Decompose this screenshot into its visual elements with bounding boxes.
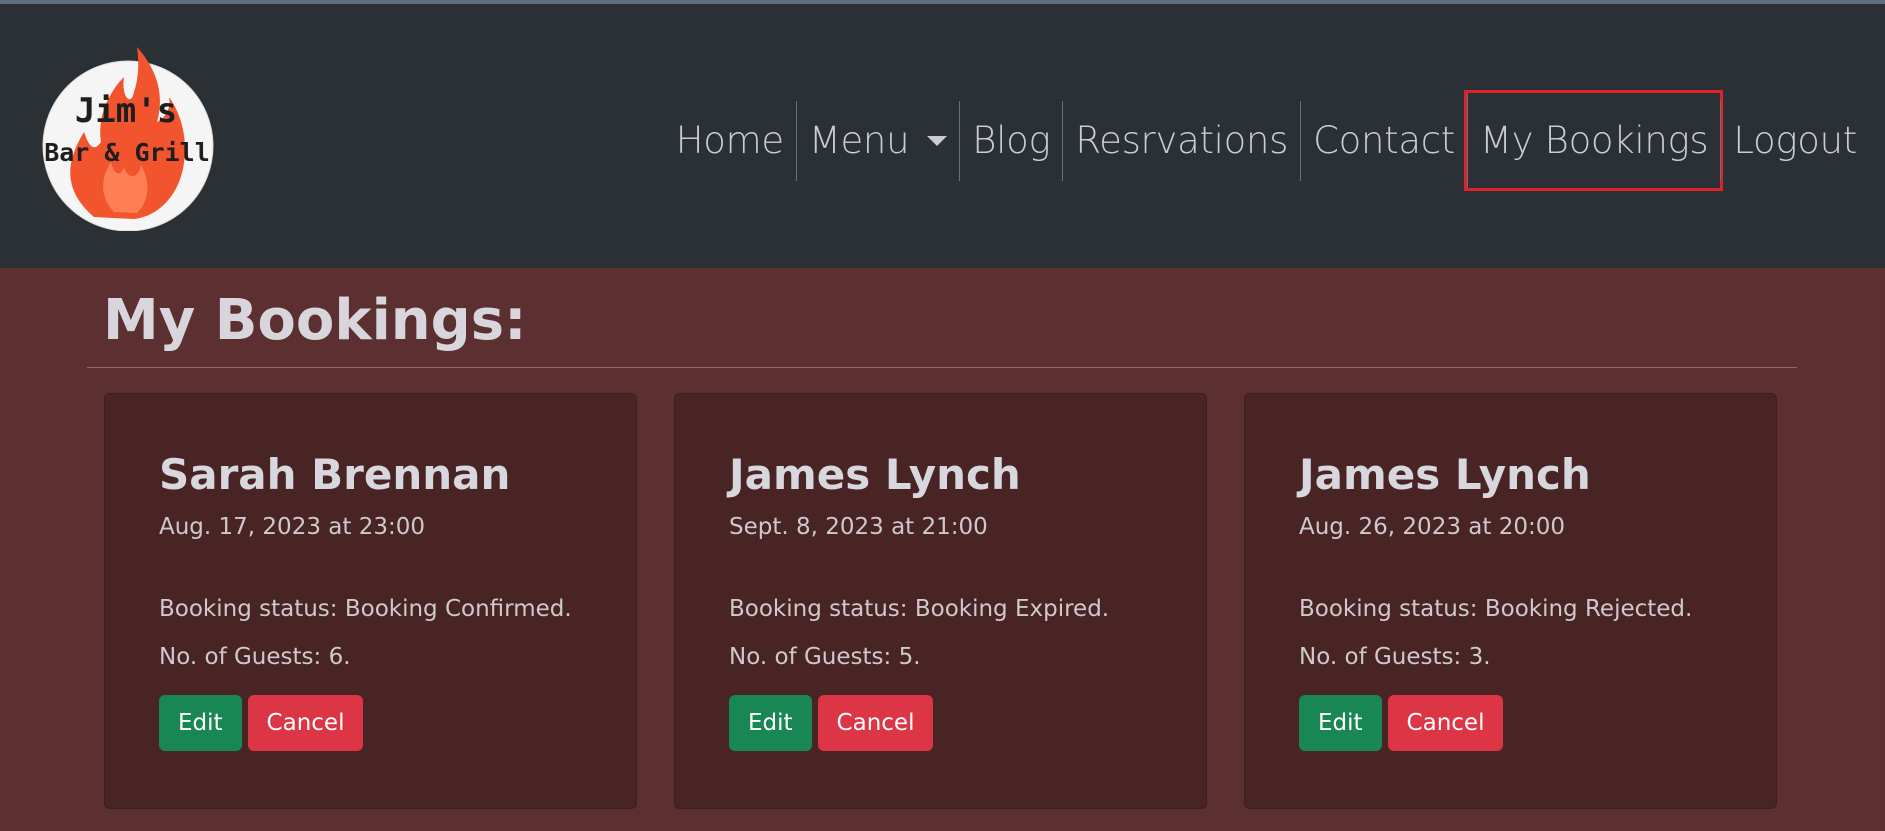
booking-card: James Lynch Sept. 8, 2023 at 21:00 Booki…	[674, 393, 1207, 809]
booking-actions: Edit Cancel	[729, 695, 1206, 751]
edit-button[interactable]: Edit	[159, 695, 242, 751]
nav-logout-label: Logout	[1733, 119, 1857, 162]
nav-reservations[interactable]: Resrvations	[1062, 101, 1300, 181]
booking-guests: No. of Guests: 6.	[159, 644, 351, 670]
nav-home-label: Home	[675, 119, 784, 162]
booking-date: Aug. 17, 2023 at 23:00	[159, 514, 425, 540]
booking-actions: Edit Cancel	[159, 695, 636, 751]
nav-menu-label: Menu	[808, 119, 910, 162]
nav-my-bookings-label: My Bookings	[1479, 118, 1709, 162]
main-content: My Bookings: Sarah Brennan Aug. 17, 2023…	[0, 268, 1885, 831]
cancel-button[interactable]: Cancel	[247, 695, 364, 751]
nav-my-bookings[interactable]: My Bookings	[1463, 89, 1724, 191]
edit-button[interactable]: Edit	[1299, 695, 1382, 751]
booking-guests: No. of Guests: 3.	[1299, 644, 1491, 670]
booking-date: Sept. 8, 2023 at 21:00	[729, 514, 988, 540]
caret-down-icon	[927, 136, 948, 146]
booking-guests: No. of Guests: 5.	[729, 644, 921, 670]
nav-logout[interactable]: Logout	[1720, 101, 1885, 181]
svg-text:Bar & Grill: Bar & Grill	[44, 138, 210, 167]
booking-card: Sarah Brennan Aug. 17, 2023 at 23:00 Boo…	[104, 393, 637, 809]
booking-actions: Edit Cancel	[1299, 695, 1776, 751]
title-divider	[87, 367, 1797, 368]
booking-card: James Lynch Aug. 26, 2023 at 20:00 Booki…	[1244, 393, 1777, 809]
booking-name: James Lynch	[1299, 450, 1591, 499]
booking-list: Sarah Brennan Aug. 17, 2023 at 23:00 Boo…	[104, 393, 1777, 809]
logo[interactable]: Jim's Bar & Grill	[39, 47, 217, 232]
page-title: My Bookings:	[103, 288, 527, 353]
booking-status: Booking status: Booking Confirmed.	[159, 596, 572, 622]
nav-contact[interactable]: Contact	[1300, 101, 1467, 181]
nav-blog[interactable]: Blog	[959, 101, 1062, 181]
nav-home[interactable]: Home	[664, 101, 796, 181]
navbar: Jim's Bar & Grill Home Menu Blog Resrvat…	[0, 4, 1885, 268]
nav-contact-label: Contact	[1313, 119, 1455, 162]
svg-text:Jim's: Jim's	[75, 91, 177, 131]
booking-name: Sarah Brennan	[159, 450, 511, 499]
nav-reservations-label: Resrvations	[1075, 119, 1289, 162]
booking-status: Booking status: Booking Expired.	[729, 596, 1110, 622]
logo-image: Jim's Bar & Grill	[42, 47, 214, 232]
main-nav: Home Menu Blog Resrvations Contact My Bo…	[664, 89, 1885, 191]
edit-button[interactable]: Edit	[729, 695, 812, 751]
cancel-button[interactable]: Cancel	[817, 695, 934, 751]
cancel-button[interactable]: Cancel	[1387, 695, 1504, 751]
nav-blog-label: Blog	[972, 119, 1051, 162]
booking-date: Aug. 26, 2023 at 20:00	[1299, 514, 1565, 540]
nav-menu-dropdown[interactable]: Menu	[795, 101, 959, 181]
booking-status: Booking status: Booking Rejected.	[1299, 596, 1693, 622]
booking-name: James Lynch	[729, 450, 1021, 499]
